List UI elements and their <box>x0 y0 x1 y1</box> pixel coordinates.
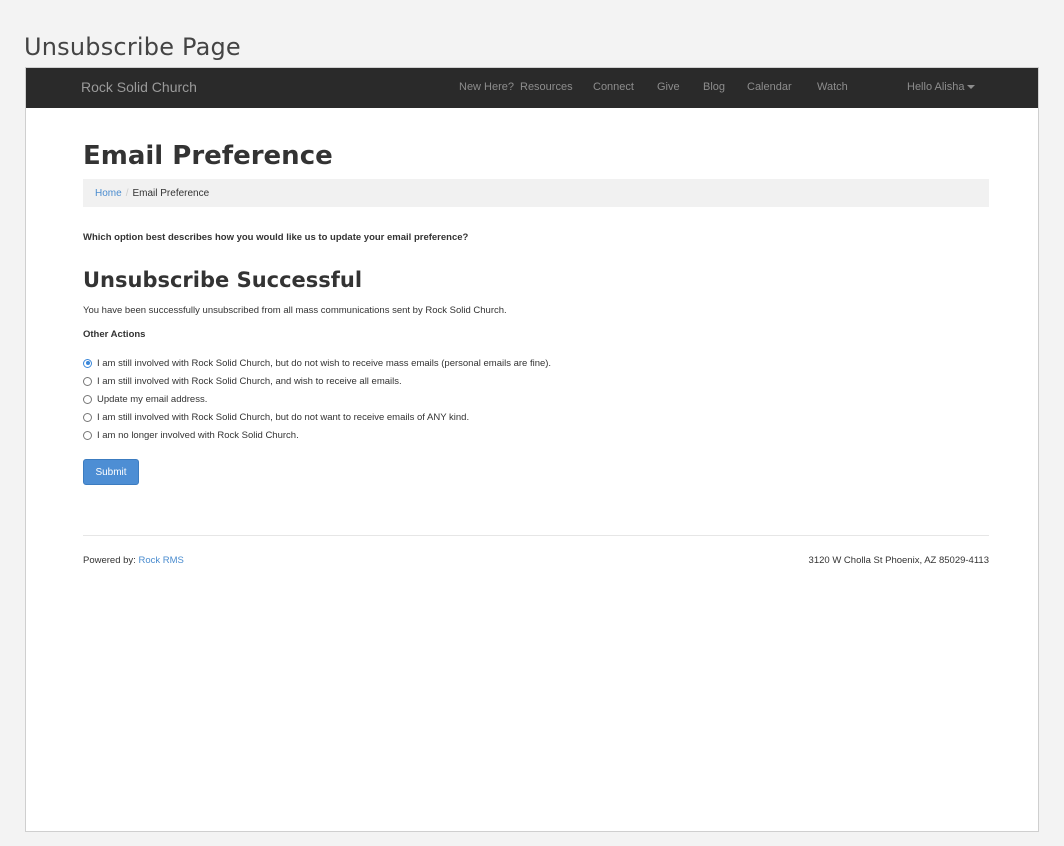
window-title: Unsubscribe Page <box>24 33 241 61</box>
footer-address: 3120 W Cholla St Phoenix, AZ 85029-4113 <box>808 555 989 566</box>
option-no-longer-involved[interactable]: I am no longer involved with Rock Solid … <box>83 426 551 444</box>
radio-icon[interactable] <box>83 412 92 422</box>
nav-calendar[interactable]: Calendar <box>747 81 792 93</box>
nav-resources[interactable]: Resources <box>520 81 573 93</box>
powered-by: Powered by: Rock RMS <box>83 555 184 566</box>
breadcrumb: Home / Email Preference <box>83 179 989 207</box>
radio-icon[interactable] <box>83 430 92 440</box>
option-no-emails[interactable]: I am still involved with Rock Solid Chur… <box>83 408 551 426</box>
nav-new-here[interactable]: New Here? <box>459 81 514 93</box>
breadcrumb-current: Email Preference <box>132 188 210 199</box>
other-actions-label: Other Actions <box>83 329 146 340</box>
option-label: I am no longer involved with Rock Solid … <box>97 429 299 441</box>
radio-icon[interactable] <box>83 358 92 368</box>
option-all-emails[interactable]: I am still involved with Rock Solid Chur… <box>83 372 551 390</box>
nav-connect[interactable]: Connect <box>593 81 634 93</box>
page-title: Email Preference <box>83 141 333 171</box>
user-menu[interactable]: Hello Alisha <box>907 81 976 93</box>
nav-watch[interactable]: Watch <box>817 81 848 93</box>
preference-question: Which option best describes how you woul… <box>83 232 469 243</box>
top-navbar: Rock Solid Church New Here? Resources Co… <box>26 68 1038 108</box>
breadcrumb-home[interactable]: Home <box>95 188 122 199</box>
result-title: Unsubscribe Successful <box>83 268 363 292</box>
breadcrumb-separator: / <box>125 188 129 199</box>
nav-links: New Here? Resources Connect Give Blog Ca… <box>26 68 1038 108</box>
options-list: I am still involved with Rock Solid Chur… <box>83 354 551 444</box>
option-no-mass-emails[interactable]: I am still involved with Rock Solid Chur… <box>83 354 551 372</box>
browser-frame: Rock Solid Church New Here? Resources Co… <box>25 67 1039 832</box>
result-message: You have been successfully unsubscribed … <box>83 305 507 316</box>
option-label: I am still involved with Rock Solid Chur… <box>97 411 470 423</box>
rock-rms-link[interactable]: Rock RMS <box>138 555 183 566</box>
option-label: I am still involved with Rock Solid Chur… <box>97 375 402 387</box>
radio-icon[interactable] <box>83 376 92 386</box>
nav-give[interactable]: Give <box>657 81 680 93</box>
user-menu-label: Hello Alisha <box>907 81 965 93</box>
option-label: Update my email address. <box>97 393 208 405</box>
footer-divider <box>83 535 989 536</box>
option-update-email[interactable]: Update my email address. <box>83 390 551 408</box>
option-label: I am still involved with Rock Solid Chur… <box>97 357 552 369</box>
submit-button[interactable]: Submit <box>83 459 139 485</box>
caret-down-icon <box>967 85 976 90</box>
radio-icon[interactable] <box>83 394 92 404</box>
nav-blog[interactable]: Blog <box>703 81 725 93</box>
powered-by-label: Powered by: <box>83 555 136 566</box>
